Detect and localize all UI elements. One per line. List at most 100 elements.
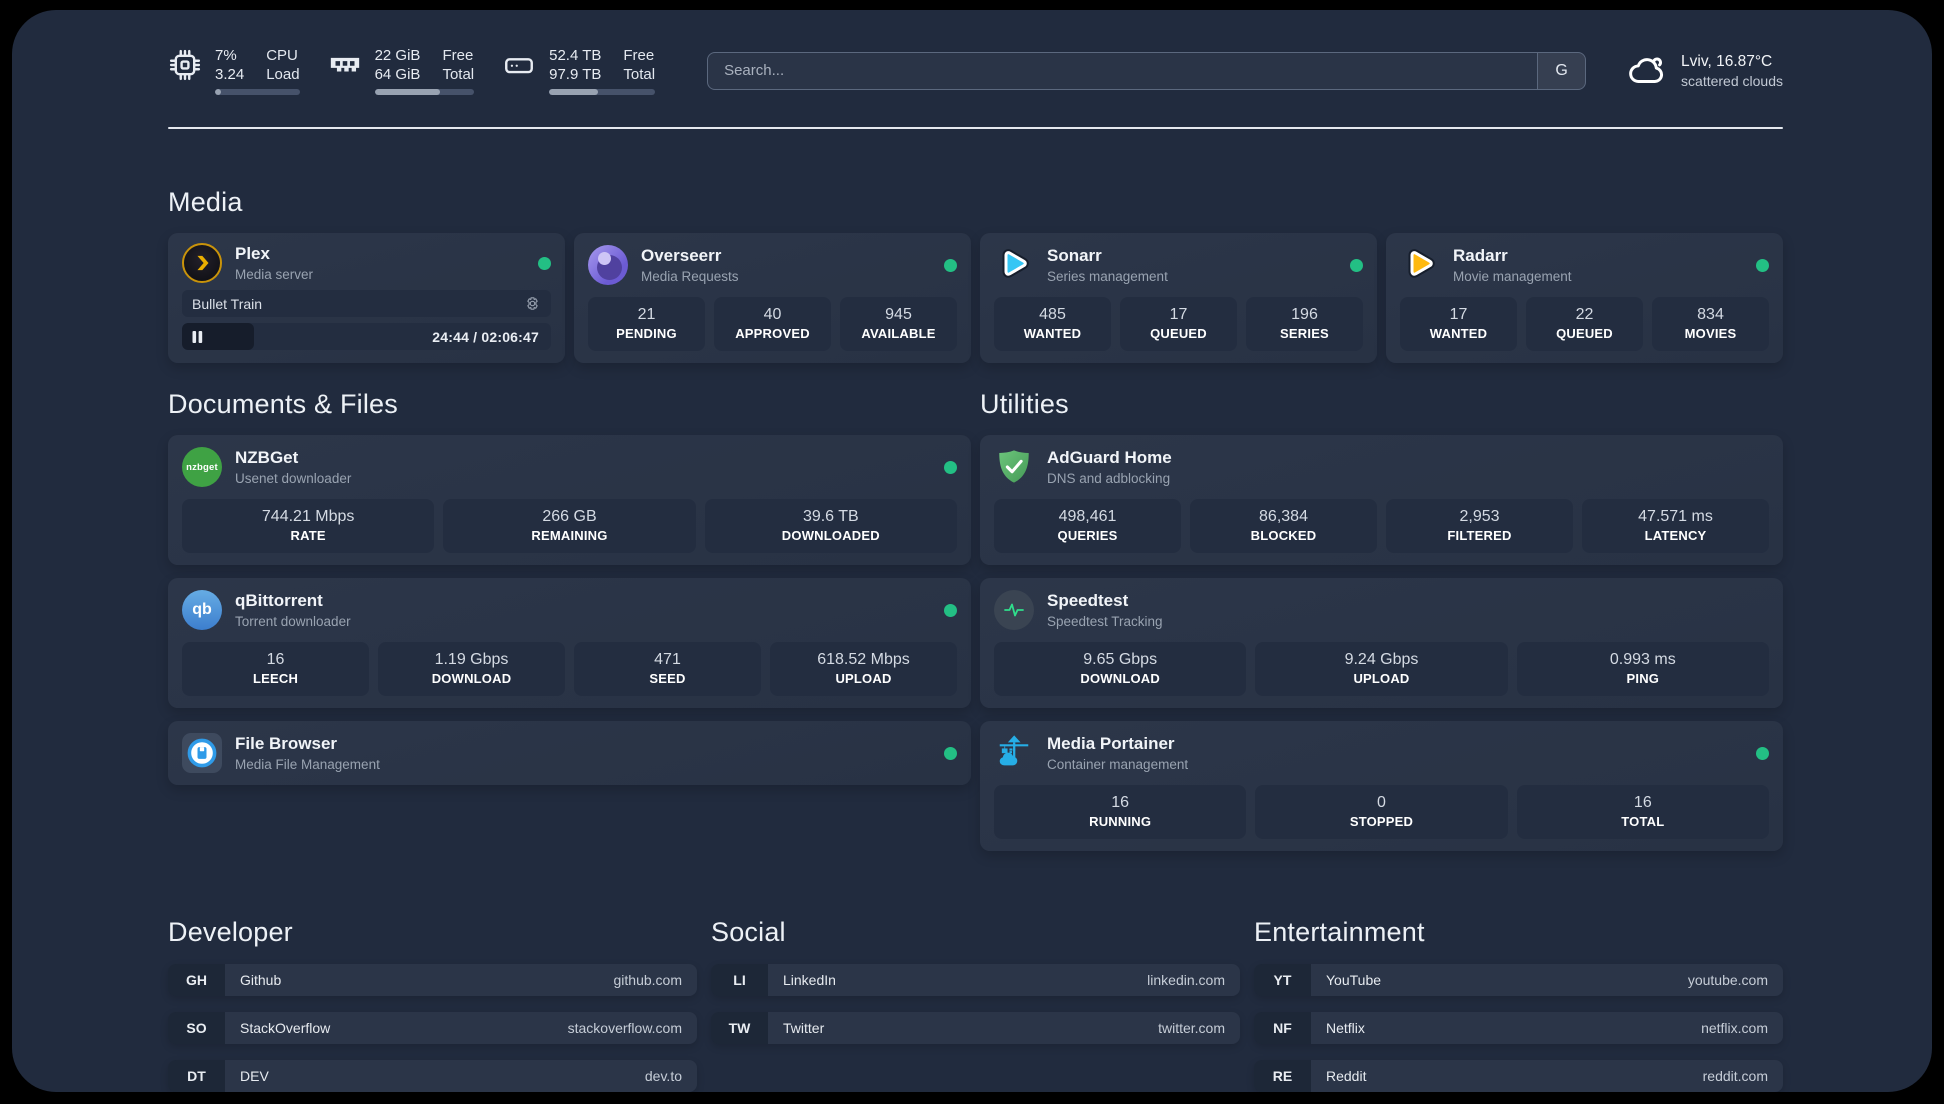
- app-name: Speedtest: [1047, 591, 1129, 610]
- app-desc: Movie management: [1453, 269, 1572, 284]
- bookmark-github[interactable]: GH Github github.com: [168, 964, 697, 996]
- stat-label: QUEUED: [1556, 326, 1613, 341]
- bookmark-netflix[interactable]: NF Netflix netflix.com: [1254, 1012, 1783, 1044]
- app-name: Media Portainer: [1047, 734, 1175, 753]
- section-title-entertainment: Entertainment: [1254, 917, 1425, 947]
- card-filebrowser[interactable]: File Browser Media File Management: [168, 721, 971, 785]
- stat-value: 21: [637, 306, 656, 323]
- stat-value: 9.24 Gbps: [1344, 651, 1419, 668]
- gear-icon[interactable]: [524, 295, 541, 312]
- stat-label: AVAILABLE: [861, 326, 936, 341]
- now-playing-title-row: Bullet Train: [182, 290, 551, 317]
- stat-value: 17: [1169, 306, 1188, 323]
- stat-tile: 834 MOVIES: [1652, 297, 1769, 351]
- status-dot: [1756, 258, 1769, 272]
- stat-label: PING: [1626, 671, 1660, 686]
- status-dot: [944, 460, 957, 474]
- weather-widget[interactable]: Lviv, 16.87°C scattered clouds: [1626, 50, 1783, 92]
- bookmark-name: DEV: [240, 1068, 269, 1084]
- stat-value: 196: [1291, 306, 1318, 323]
- search-engine-button[interactable]: G: [1537, 52, 1586, 89]
- nzbget-icon-text: nzbget: [186, 461, 218, 473]
- card-radarr[interactable]: Radarr Movie management 17 WANTED 22 QUE…: [1386, 233, 1783, 363]
- app-name: AdGuard Home: [1047, 448, 1172, 467]
- bookmark-url: netflix.com: [1701, 1020, 1768, 1036]
- bookmark-abbr: LI: [711, 964, 768, 996]
- top-bar: 7% 3.24 CPU Load 22 GiB 64 GiB Free Tota…: [168, 46, 1783, 95]
- disk-total-label: Total: [623, 66, 656, 83]
- media-cards-row: Plex Media server Bullet Train 24:44 / 0…: [168, 233, 1783, 363]
- stat-tile: 0 STOPPED: [1255, 785, 1508, 839]
- bookmark-youtube[interactable]: YT YouTube youtube.com: [1254, 964, 1783, 996]
- stat-tile: 9.24 Gbps UPLOAD: [1255, 642, 1508, 696]
- stat-label: REMAINING: [531, 528, 608, 543]
- stat-label: FILTERED: [1447, 528, 1512, 543]
- stat-tile: 9.65 Gbps DOWNLOAD: [994, 642, 1247, 696]
- disk-free-label: Free: [623, 47, 655, 64]
- stat-tile: 16 RUNNING: [994, 785, 1247, 839]
- now-playing-progress-bar[interactable]: 24:44 / 02:06:47: [182, 323, 551, 350]
- stat-value: 16: [1111, 794, 1130, 811]
- cpu-load-label: Load: [266, 66, 300, 83]
- app-name: Overseerr: [641, 246, 722, 265]
- search-input[interactable]: [708, 52, 1538, 89]
- portainer-icon: [994, 733, 1034, 773]
- stat-label: TOTAL: [1621, 814, 1665, 829]
- stat-label: APPROVED: [735, 326, 810, 341]
- card-portainer[interactable]: Media Portainer Container management 16 …: [980, 721, 1783, 851]
- card-qbittorrent[interactable]: qb qBittorrent Torrent downloader 16 LEE…: [168, 578, 971, 708]
- stat-tile: 266 GB REMAINING: [443, 499, 696, 553]
- stat-value: 498,461: [1058, 508, 1117, 525]
- stat-label: SERIES: [1280, 326, 1329, 341]
- plex-icon: [182, 243, 222, 283]
- memory-total-label: Total: [442, 66, 475, 83]
- bookmark-url: reddit.com: [1702, 1068, 1768, 1084]
- bookmark-stackoverflow[interactable]: SO StackOverflow stackoverflow.com: [168, 1012, 697, 1044]
- search-bar: G: [707, 51, 1587, 90]
- search-engine-label: G: [1555, 61, 1568, 79]
- card-overseerr[interactable]: Overseerr Media Requests 21 PENDING 40 A…: [574, 233, 971, 363]
- app-name: NZBGet: [235, 448, 299, 467]
- stat-value: 471: [654, 651, 681, 668]
- stat-value: 618.52 Mbps: [817, 651, 910, 668]
- stat-label: DOWNLOADED: [781, 528, 880, 543]
- stat-tile: 471 SEED: [574, 642, 761, 696]
- bookmark-reddit[interactable]: RE Reddit reddit.com: [1254, 1060, 1783, 1092]
- cpu-load-value: 3.24: [215, 66, 245, 83]
- bookmark-twitter[interactable]: TW Twitter twitter.com: [711, 1012, 1240, 1044]
- card-sonarr[interactable]: Sonarr Series management 485 WANTED 17 Q…: [980, 233, 1377, 363]
- stat-tile: 0.993 ms PING: [1516, 642, 1769, 696]
- bookmark-abbr: YT: [1254, 964, 1311, 996]
- status-dot: [1756, 746, 1769, 760]
- memory-progress-bar: [374, 89, 475, 95]
- bookmark-name: LinkedIn: [783, 972, 836, 988]
- bookmark-dev[interactable]: DT DEV dev.to: [168, 1060, 697, 1092]
- stat-value: 16: [1633, 794, 1652, 811]
- stat-tile: 17 QUEUED: [1120, 297, 1237, 351]
- section-title-social: Social: [711, 917, 786, 947]
- bookmark-abbr: RE: [1254, 1060, 1311, 1092]
- card-speedtest[interactable]: Speedtest Speedtest Tracking 9.65 Gbps D…: [980, 578, 1783, 708]
- card-nzbget[interactable]: nzbget NZBGet Usenet downloader 744.21 M…: [168, 435, 971, 565]
- bookmark-abbr: NF: [1254, 1012, 1311, 1044]
- app-desc: DNS and adblocking: [1047, 471, 1171, 486]
- pause-icon[interactable]: [192, 330, 203, 343]
- app-name: File Browser: [235, 734, 338, 753]
- sonarr-icon: [994, 245, 1034, 285]
- disk-progress-bar: [549, 89, 656, 95]
- social-column: Social LI LinkedIn linkedin.com TW Twitt…: [711, 917, 1240, 1044]
- stat-value: 40: [763, 306, 782, 323]
- app-desc: Media server: [235, 267, 314, 282]
- nzbget-icon: nzbget: [182, 447, 222, 487]
- stat-tile: 47.571 ms LATENCY: [1582, 499, 1769, 553]
- bookmark-linkedin[interactable]: LI LinkedIn linkedin.com: [711, 964, 1240, 996]
- stat-label: LATENCY: [1644, 528, 1707, 543]
- status-dot: [1350, 258, 1363, 272]
- stat-label: MOVIES: [1684, 326, 1737, 341]
- stat-value: 47.571 ms: [1638, 508, 1713, 525]
- card-adguard[interactable]: AdGuard Home DNS and adblocking 498,461 …: [980, 435, 1783, 565]
- disk-total-value: 97.9 TB: [549, 66, 602, 83]
- card-plex[interactable]: Plex Media server Bullet Train 24:44 / 0…: [168, 233, 565, 363]
- filebrowser-icon: [182, 733, 222, 773]
- disk-free-value: 52.4 TB: [549, 47, 602, 64]
